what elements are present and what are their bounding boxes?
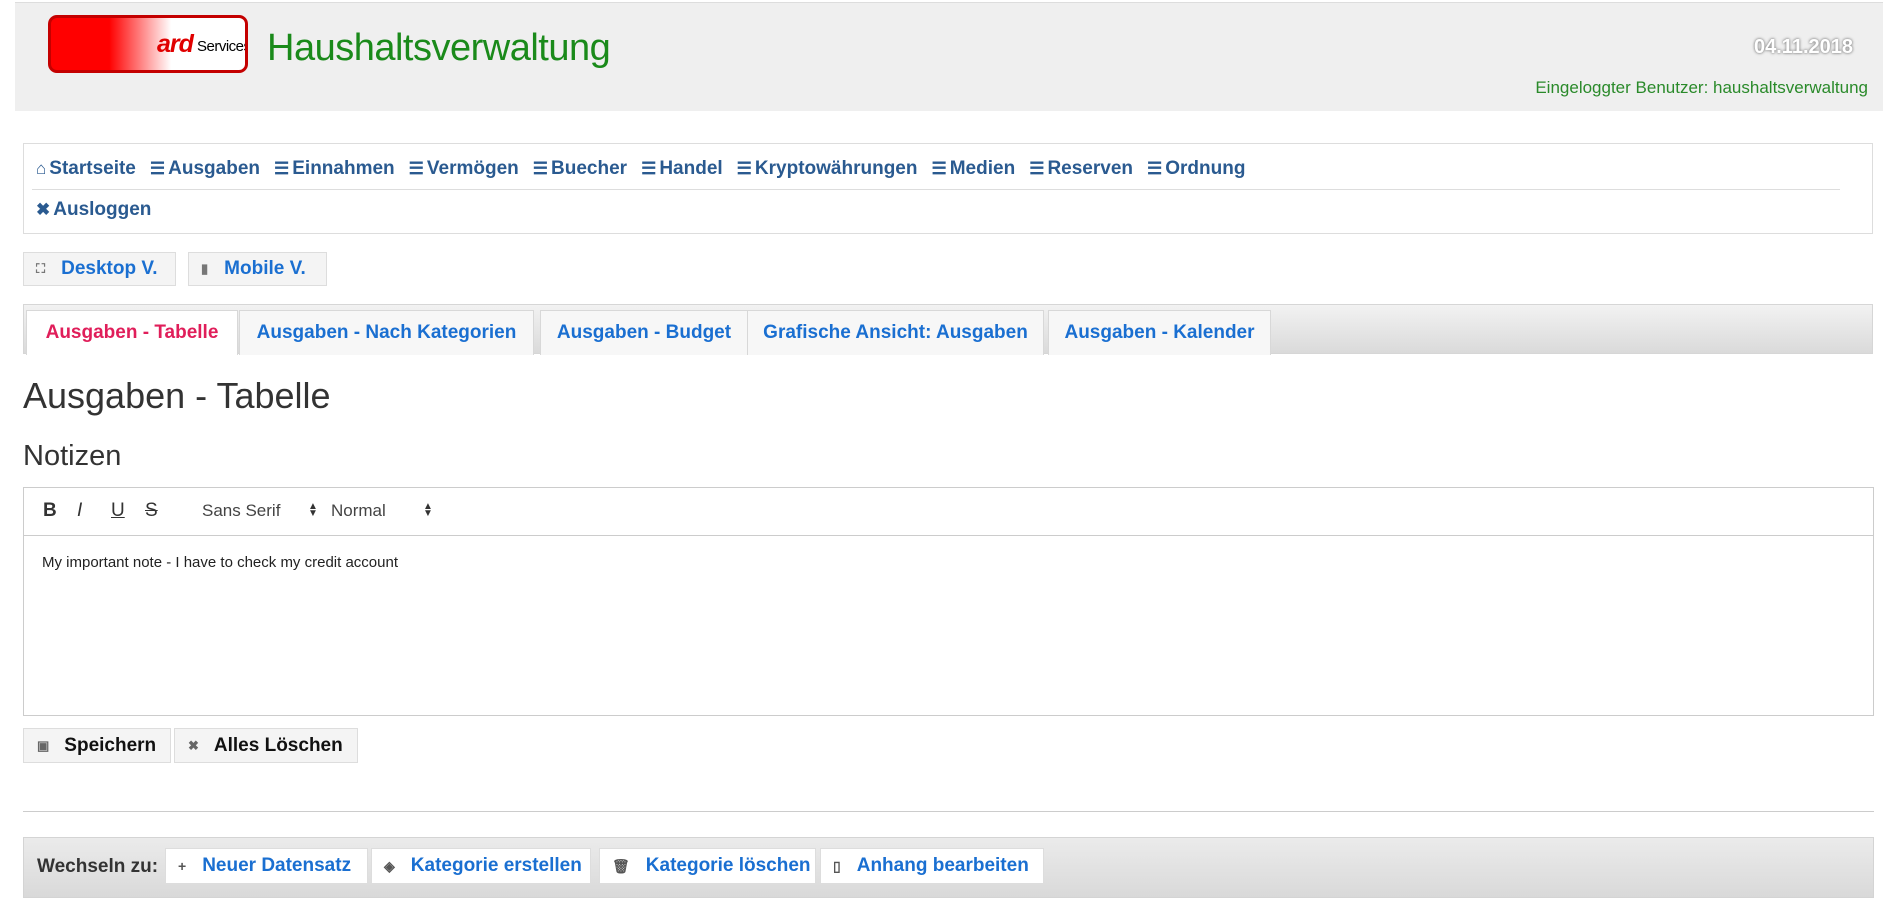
nav-label: Buecher [551,158,628,179]
font-select[interactable]: Sans Serif ▲ ▼ [202,501,318,521]
close-icon: ✖ [36,200,51,219]
nav-label: Handel [659,158,723,179]
home-icon: ⌂ [36,159,47,178]
logout-label: Ausloggen [53,199,152,220]
create-category-label: Kategorie erstellen [410,855,582,876]
database-icon: ☰ [931,159,947,178]
new-record-label: Neuer Datensatz [202,855,352,876]
tab-label: Ausgaben - Kalender [1064,322,1255,343]
nav-item-einnahmen[interactable]: ☰ Einnahmen [274,158,395,180]
nav-label: Startseite [49,158,136,179]
tab-label: Grafische Ansicht: Ausgaben [763,322,1028,343]
new-record-button[interactable]: + Neuer Datensatz [165,848,368,884]
save-icon: ▣ [37,737,50,753]
switch-to-bar: Wechseln zu: + Neuer Datensatz ◈ Kategor… [23,837,1874,898]
tab-label: Ausgaben - Budget [556,322,732,343]
nav-label: Ausgaben [168,158,260,179]
desktop-view-button[interactable]: ⛶ Desktop V. [23,252,176,286]
main-nav: ⌂ Startseite ☰ Ausgaben ☰ Einnahmen ☰ Vermög… [23,143,1873,234]
clear-all-label: Alles Löschen [213,734,343,756]
nav-label: Kryptowährungen [754,158,918,179]
database-icon: ☰ [1147,159,1163,178]
desktop-view-label: Desktop V. [61,258,158,279]
nav-item-vermoegen[interactable]: ☰ Vermögen [409,158,519,180]
tab-grafische-ansicht[interactable]: Grafische Ansicht: Ausgaben [747,310,1044,355]
strike-button[interactable]: S [145,500,158,522]
tab-label: Ausgaben - Nach Kategorien [256,322,517,343]
close-icon: ✖ [188,737,199,753]
logged-in-user: Eingeloggter Benutzer: haushaltsverwaltu… [1535,78,1868,97]
database-icon: ☰ [408,159,424,178]
database-icon: ☰ [274,159,290,178]
font-select-value: Sans Serif [202,501,281,520]
app-title: Haushaltsverwaltung [267,27,611,69]
plus-icon: + [178,858,187,874]
size-select-value: Normal [331,501,386,520]
nav-item-ausgaben[interactable]: ☰ Ausgaben [150,158,260,180]
switch-to-label: Wechseln zu: [37,856,159,877]
logo-sub: Services [197,38,248,55]
logo: ard Services [48,15,248,73]
divider [23,811,1874,812]
database-icon: ☰ [149,159,166,178]
nav-item-buecher[interactable]: ☰ Buecher [533,158,627,180]
nav-item-kryptowaehrungen[interactable]: ☰ Kryptowährungen [737,158,918,180]
tab-ausgaben-budget[interactable]: Ausgaben - Budget [540,310,748,355]
save-button[interactable]: ▣ Speichern [23,728,171,763]
tab-bar: Ausgaben - Tabelle Ausgaben - Nach Kateg… [23,304,1873,355]
nav-label: Vermögen [426,158,519,179]
mobile-icon: ▮ [201,261,209,276]
mobile-view-label: Mobile V. [224,258,306,279]
delete-category-label: Kategorie löschen [645,855,811,876]
editor-toolbar: B I U S Sans Serif ▲ ▼ Normal ▲ ▼ [24,488,1873,536]
edit-attachment-label: Anhang bearbeiten [856,855,1029,876]
header: ard Services Haushaltsverwaltung 04.11.2… [15,2,1883,111]
nav-item-startseite[interactable]: ⌂ Startseite [36,158,136,180]
bold-button[interactable]: B [43,500,57,522]
tab-ausgaben-kalender[interactable]: Ausgaben - Kalender [1048,310,1271,355]
logout-link[interactable]: ✖ Ausloggen [36,199,151,221]
tab-ausgaben-tabelle[interactable]: Ausgaben - Tabelle [26,310,238,355]
database-icon: ☰ [736,159,752,178]
database-icon: ☰ [532,159,549,178]
page-title: Ausgaben - Tabelle [23,375,331,416]
fullscreen-icon: ⛶ [36,261,46,276]
notes-editor: B I U S Sans Serif ▲ ▼ Normal ▲ ▼ My impor… [23,487,1874,716]
logo-brand: ard [157,30,194,58]
italic-button[interactable]: I [77,500,82,522]
mobile-view-button[interactable]: ▮ Mobile V. [188,252,327,286]
nav-divider [32,189,1840,190]
notes-heading: Notizen [23,440,122,472]
size-select[interactable]: Normal ▲ ▼ [331,501,436,521]
nav-label: Medien [949,158,1016,179]
nav-label: Ordnung [1165,158,1246,179]
tab-label: Ausgaben - Tabelle [45,322,219,343]
nav-item-handel[interactable]: ☰ Handel [641,158,723,180]
tag-icon: ◈ [384,857,395,874]
file-icon: ▯ [833,857,841,874]
nav-label: Einnahmen [292,158,395,179]
nav-label: Reserven [1047,158,1133,179]
create-category-button[interactable]: ◈ Kategorie erstellen [371,848,591,884]
nav-item-medien[interactable]: ☰ Medien [931,158,1015,180]
nav-item-reserven[interactable]: ☰ Reserven [1029,158,1133,180]
clear-all-button[interactable]: ✖ Alles Löschen [174,728,358,763]
save-label: Speichern [64,734,157,756]
updown-icon: ▲ ▼ [423,501,433,519]
updown-icon: ▲ ▼ [308,501,318,519]
database-icon: ☰ [641,159,657,178]
notes-content[interactable]: My important note - I have to check my c… [42,554,398,571]
current-date: 04.11.2018 [1754,36,1853,58]
nav-item-ordnung[interactable]: ☰ Ordnung [1147,158,1245,180]
tab-ausgaben-nach-kategorien[interactable]: Ausgaben - Nach Kategorien [239,310,534,355]
underline-button[interactable]: U [111,500,125,522]
delete-category-button[interactable]: 🗑 Kategorie löschen [599,848,816,884]
trash-icon: 🗑 [612,857,630,874]
database-icon: ☰ [1029,159,1045,178]
edit-attachment-button[interactable]: ▯ Anhang bearbeiten [820,848,1044,884]
